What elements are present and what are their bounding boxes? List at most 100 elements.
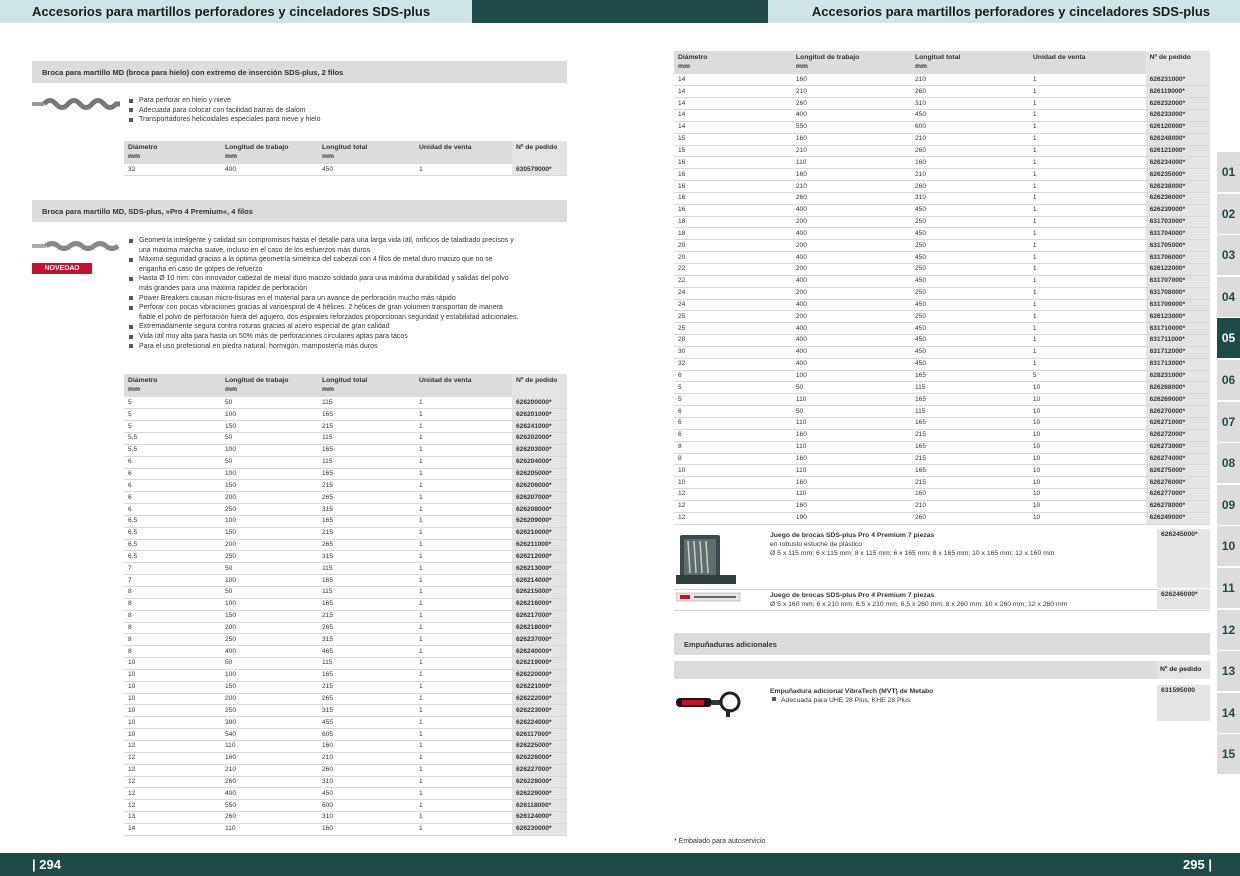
drill-set-2: Juego de brocas SDS-plus Pro 4 Premium 7… xyxy=(770,591,1150,609)
chapter-tab-08[interactable]: 08 xyxy=(1217,443,1240,484)
table-row: 12 160 210 10 626278000* xyxy=(674,500,1210,513)
order-number-cell: 626223000* xyxy=(512,704,567,718)
table-row: 20 200 250 1 631705000* xyxy=(674,239,1210,253)
table-cell: 110 xyxy=(791,464,911,478)
table-cell: 6 xyxy=(674,417,792,430)
table-cell: 210 xyxy=(221,764,318,777)
table-cell: 450 xyxy=(911,227,1029,241)
table-cell: 1 xyxy=(415,645,512,659)
order-number-cell: 626204000* xyxy=(512,456,567,469)
section-title-handles: Empuñaduras adicionales xyxy=(674,633,1210,655)
table-cell: 100 xyxy=(221,468,318,481)
order-number-cell: 626217000* xyxy=(512,610,567,623)
column-header: Unidad de venta xyxy=(415,141,512,164)
order-number-cell: 626238000* xyxy=(1145,180,1210,193)
table-cell: 115 xyxy=(318,432,415,445)
chapter-tab-05[interactable]: 05 xyxy=(1217,318,1240,359)
order-number-cell: 628231000* xyxy=(1145,370,1210,383)
order-number-cell: 630579000* xyxy=(512,164,567,177)
order-number-cell: 626274000* xyxy=(1145,453,1210,466)
pro4-table-right: Diámetro mm Longitud de trabajo mm Longitu… xyxy=(674,51,1210,525)
order-number-cell: 626239000* xyxy=(1145,204,1210,217)
table-cell: 160 xyxy=(318,740,415,753)
table-row: 14 110 160 1 626230000* xyxy=(124,823,567,836)
table-cell: 315 xyxy=(318,550,415,564)
table-cell: 1 xyxy=(415,479,512,493)
chapter-tab-03[interactable]: 03 xyxy=(1217,235,1240,276)
table-cell: 8 xyxy=(124,645,221,659)
table-row: 8 160 215 10 626274000* xyxy=(674,453,1210,466)
table-cell: 5 xyxy=(124,420,221,434)
table-cell: 100 xyxy=(221,408,318,422)
table-cell: 1 xyxy=(1028,216,1146,229)
chapter-tab-12[interactable]: 12 xyxy=(1217,609,1240,650)
table-cell: 30 xyxy=(674,346,792,359)
table-cell: 465 xyxy=(318,645,415,659)
order-number-cell: 626117000* xyxy=(512,728,567,741)
table-cell: 13 xyxy=(124,811,221,824)
chapter-tab-10[interactable]: 10 xyxy=(1217,526,1240,567)
chapter-tab-13[interactable]: 13 xyxy=(1217,651,1240,692)
divider xyxy=(674,610,1210,611)
table-cell: 1 xyxy=(415,811,512,824)
table-cell: 1 xyxy=(415,503,512,516)
table-cell: 215 xyxy=(318,420,415,434)
table-cell: 5,5 xyxy=(124,444,221,457)
table-cell: 210 xyxy=(911,500,1029,513)
table-cell: 7 xyxy=(124,574,221,587)
page-title-left: Accesorios para martillos perforadores y… xyxy=(32,4,431,19)
column-header: Longitud total mm xyxy=(911,51,1029,74)
table-cell: 215 xyxy=(911,429,1029,442)
table-row: 15 160 210 1 626248000* xyxy=(674,133,1210,146)
chapter-tab-14[interactable]: 14 xyxy=(1217,692,1240,733)
table-cell: 28 xyxy=(674,334,792,347)
table-row: 22 200 250 1 626122000* xyxy=(674,263,1210,276)
order-number-cell: 626122000* xyxy=(1145,263,1210,276)
divider xyxy=(674,589,1210,590)
table-cell: 110 xyxy=(791,393,911,407)
table-row: 13 260 310 1 626124000* xyxy=(124,811,567,824)
column-header: Diámetro mm xyxy=(124,374,221,397)
side-handle-title: Empuñadura adicional VibraTech (MVT) de … xyxy=(770,688,934,695)
feature-item: Transportadores helicoidales especiales … xyxy=(128,115,558,125)
chapter-tab-04[interactable]: 04 xyxy=(1217,276,1240,317)
chapter-tab-07[interactable]: 07 xyxy=(1217,401,1240,442)
chapter-tab-11[interactable]: 11 xyxy=(1217,567,1240,608)
table-cell: 18 xyxy=(674,227,792,241)
chapter-tab-15[interactable]: 15 xyxy=(1217,734,1240,775)
table-cell: 165 xyxy=(911,441,1029,454)
table-row: 16 110 160 1 626234000* xyxy=(674,156,1210,170)
table-row: 15 210 260 1 626121000* xyxy=(674,145,1210,158)
order-number-cell: 626237000* xyxy=(512,633,567,647)
order-number-cell: 626228000* xyxy=(512,776,567,789)
table-cell: 50 xyxy=(221,562,318,576)
feature-item: Extremadamente segura contra roturas gra… xyxy=(128,322,520,332)
table-cell: 315 xyxy=(318,503,415,516)
table-cell: 150 xyxy=(221,681,318,694)
table-cell: 210 xyxy=(318,752,415,765)
table-row: 5,5 50 115 1 626202000* xyxy=(124,432,567,445)
table-cell: 265 xyxy=(318,622,415,635)
table-cell: 400 xyxy=(221,787,318,801)
table-cell: 550 xyxy=(221,799,318,813)
table-cell: 8 xyxy=(674,441,792,454)
table-row: 8 110 165 10 626273000* xyxy=(674,441,1210,454)
chapter-tab-02[interactable]: 02 xyxy=(1217,193,1240,234)
table-cell: 1 xyxy=(1028,322,1146,336)
table-cell: 210 xyxy=(791,145,911,158)
chapter-tab-01[interactable]: 01 xyxy=(1217,152,1240,192)
side-handle-code: 631595000 xyxy=(1157,685,1210,721)
table-cell: 115 xyxy=(318,562,415,576)
table-cell: 1 xyxy=(415,598,512,611)
order-number-cell: 626240000* xyxy=(512,645,567,659)
chapter-tab-09[interactable]: 09 xyxy=(1217,484,1240,525)
table-cell: 165 xyxy=(318,444,415,457)
table-row: 10 150 215 1 626221000* xyxy=(124,681,567,694)
chapter-tab-06[interactable]: 06 xyxy=(1217,359,1240,400)
table-cell: 200 xyxy=(791,263,911,276)
table-cell: 250 xyxy=(911,216,1029,229)
feature-item: Para el uso profesional en piedra natura… xyxy=(128,342,520,352)
table-cell: 1 xyxy=(415,752,512,765)
table-cell: 400 xyxy=(791,334,911,347)
table-cell: 14 xyxy=(124,823,221,836)
